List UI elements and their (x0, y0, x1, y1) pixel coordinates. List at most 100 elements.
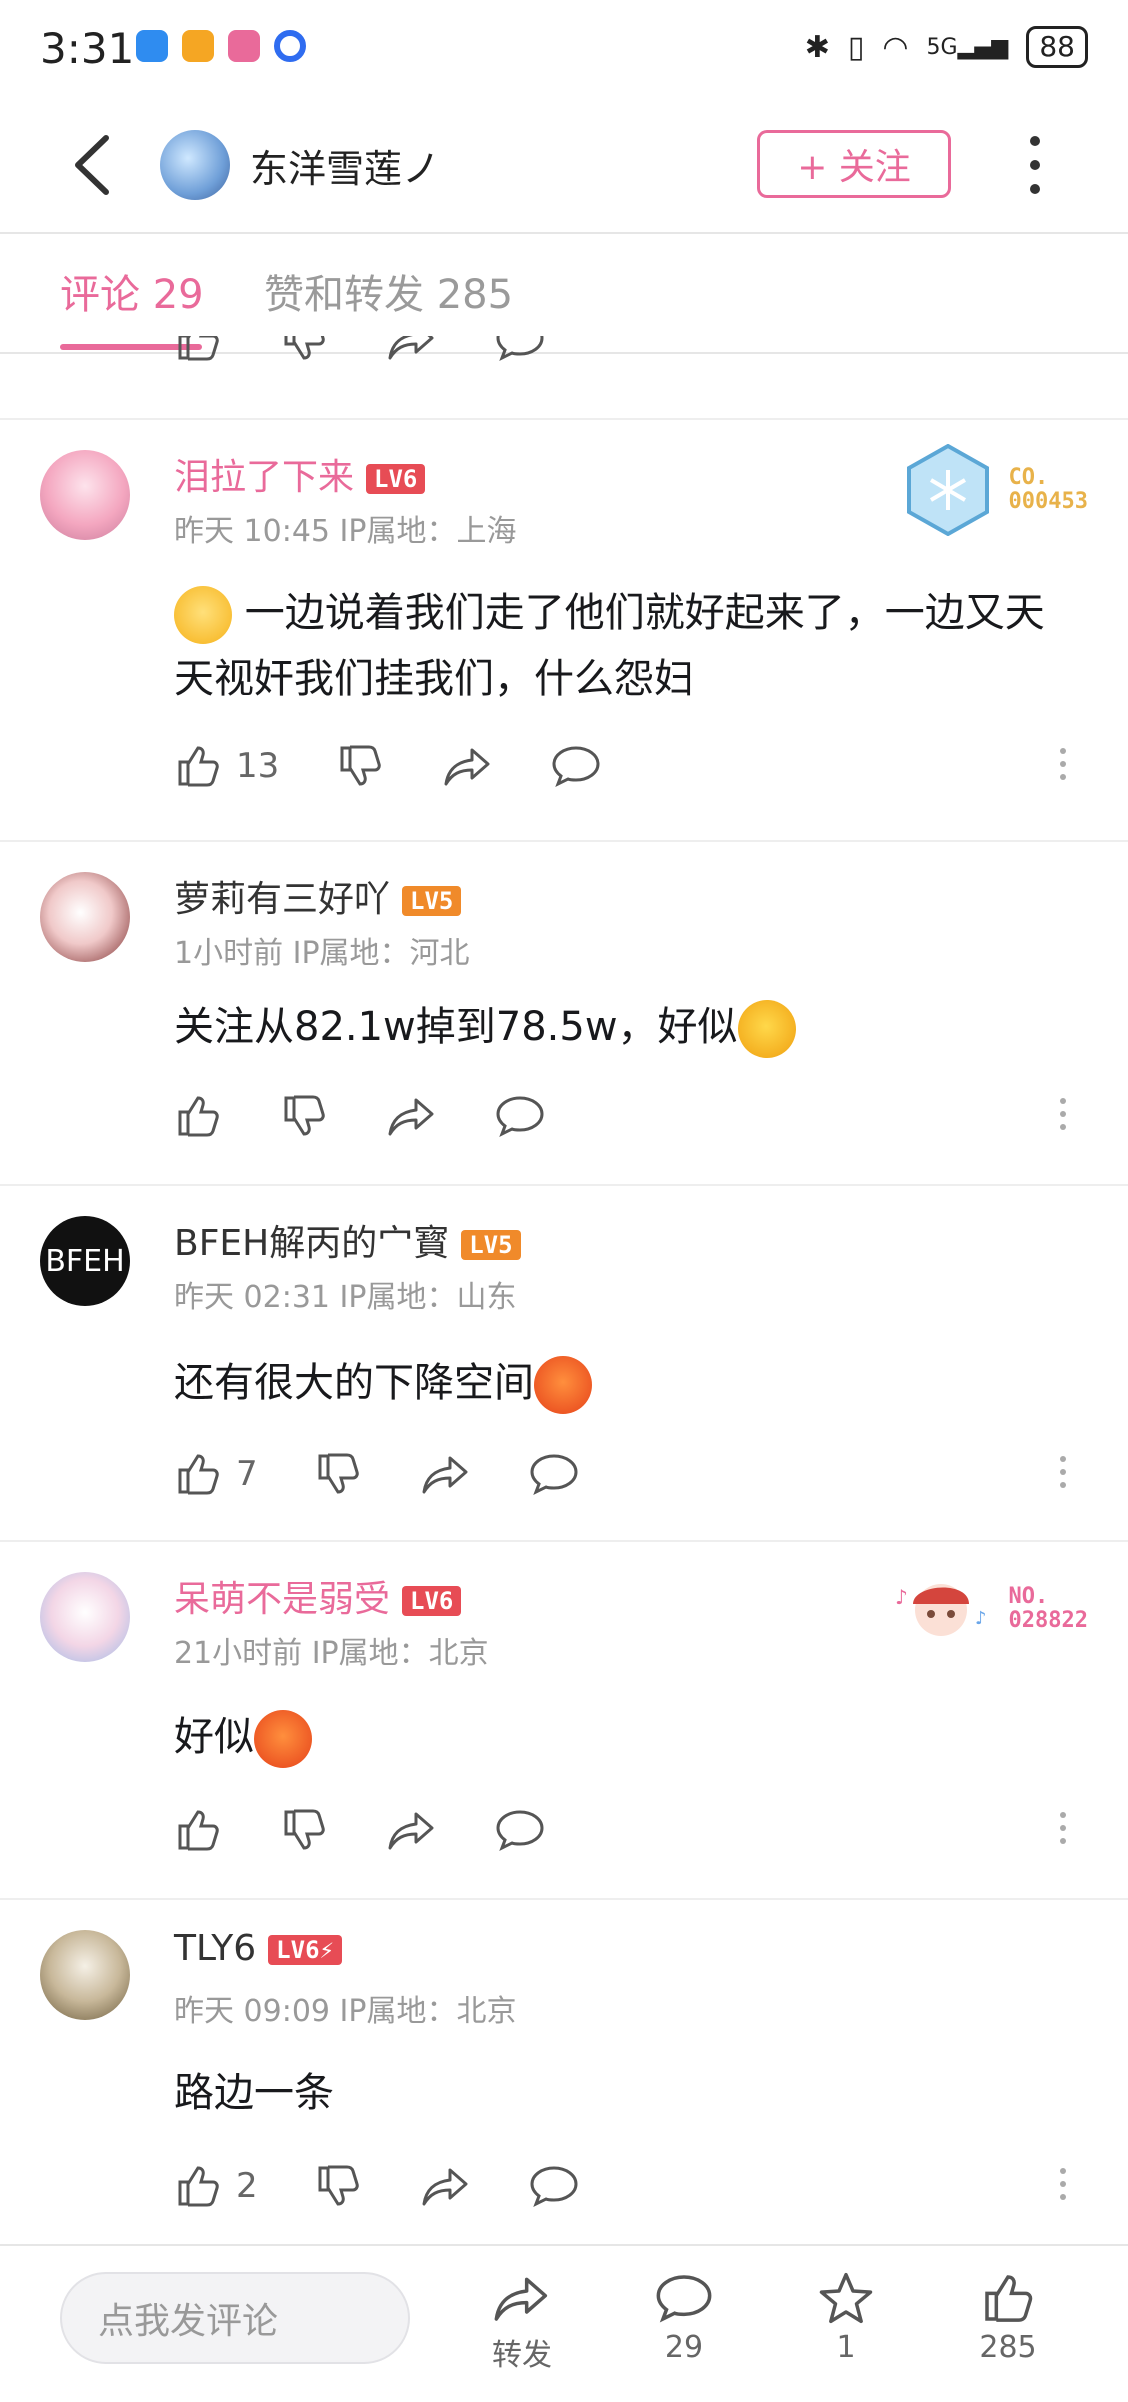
share-icon (494, 2277, 548, 2321)
status-right: ✱ ▯ ◠ 5G▂▄▆ 88 (805, 26, 1088, 68)
thumb-up-icon (178, 336, 219, 361)
like-post-button[interactable]: 285 (948, 2270, 1068, 2365)
comment-more-button[interactable] (1060, 2168, 1066, 2200)
comment-icon (552, 746, 600, 788)
comment-actions: 7 (0, 1450, 1128, 1510)
commenter-name[interactable]: 呆萌不是弱受 LV6 (174, 1570, 462, 1622)
bilibili-app-icon (228, 30, 260, 62)
share-button[interactable] (386, 336, 438, 364)
comment-meta: 昨天 10:45 IP属地：上海 (174, 514, 517, 549)
share-button[interactable] (420, 1450, 472, 1498)
like-button[interactable] (174, 1806, 222, 1854)
share-button[interactable] (442, 742, 494, 790)
dislike-button[interactable] (314, 1450, 362, 1498)
thumb-up-icon (178, 1810, 219, 1851)
commenter-avatar[interactable] (40, 872, 130, 962)
comment-meta: 昨天 02:31 IP属地：山东 (174, 1280, 517, 1315)
commenter-name[interactable]: TLY6 LV6⚡ (174, 1928, 342, 1969)
fan-number: CO. 000453 (1008, 465, 1088, 514)
comment-more-button[interactable] (1060, 1098, 1066, 1130)
comment-item: 萝莉有三好吖 LV5 1小时前 IP属地：河北 关注从82.1w掉到78.5w，好… (0, 842, 1128, 1182)
share-button[interactable] (420, 2162, 472, 2210)
level-badge: LV5 (461, 1230, 521, 1260)
dislike-button[interactable] (280, 1806, 328, 1854)
dislike-button[interactable] (280, 1092, 328, 1140)
thumb-up-icon (178, 2166, 219, 2207)
like-button[interactable] (174, 1092, 222, 1140)
repost-button[interactable]: 转发 (462, 2270, 582, 2374)
prev-action-row (0, 336, 1128, 376)
like-button[interactable] (174, 336, 222, 364)
like-count: 2 (236, 2166, 258, 2206)
commenter-avatar[interactable] (40, 450, 130, 540)
dislike-button[interactable] (280, 336, 328, 364)
author-avatar[interactable] (160, 130, 230, 200)
bluetooth-icon: ✱ (804, 29, 830, 65)
comment-icon (530, 1454, 578, 1496)
comment-more-button[interactable] (1060, 1812, 1066, 1844)
dislike-button[interactable] (336, 742, 384, 790)
comment-item: 泪拉了下来 LV6 CO. 000453 昨天 10:45 IP属地：上海 一边说着… (0, 420, 1128, 840)
share-button[interactable] (386, 1092, 438, 1140)
commenter-name[interactable]: BFEH解丙的宀寳 LV5 (174, 1214, 521, 1266)
status-time: 3:31 (40, 24, 135, 73)
comment-icon (496, 336, 544, 362)
share-icon (444, 748, 490, 786)
thumb-down-icon (284, 1095, 325, 1136)
commenter-name[interactable]: 萝莉有三好吖 LV5 (174, 870, 462, 922)
notification-icons (136, 30, 306, 62)
thumb-up-icon (178, 1454, 219, 1495)
comment-input[interactable]: 点我发评论 (60, 2272, 410, 2364)
reply-button[interactable] (494, 1806, 546, 1854)
comment-more-button[interactable] (1060, 1456, 1066, 1488)
comments-button[interactable]: 29 (624, 2270, 744, 2365)
commenter-avatar[interactable] (40, 1930, 130, 2020)
reply-button[interactable] (494, 1092, 546, 1140)
snowflake-medal-icon (906, 444, 989, 536)
commenter-name[interactable]: 泪拉了下来 LV6 (174, 448, 426, 500)
comment-text: 路边一条 (174, 2070, 334, 2116)
likes-count: 285 (979, 2330, 1037, 2365)
dislike-button[interactable] (314, 2162, 362, 2210)
share-icon (388, 336, 434, 360)
more-dot-icon (1030, 136, 1040, 146)
more-dot-icon (1030, 184, 1040, 194)
reply-button[interactable] (494, 336, 546, 364)
tab-likes-reposts[interactable]: 赞和转发 285 (264, 262, 513, 320)
author-name[interactable]: 东洋雪莲ノ (250, 138, 440, 193)
thumb-down-icon (284, 1809, 325, 1850)
comment-meta: 1小时前 IP属地：河北 (174, 936, 470, 971)
favorite-button[interactable]: 1 (786, 2270, 906, 2365)
commenter-avatar[interactable] (40, 1572, 130, 1662)
thumb-down-icon (318, 2165, 359, 2206)
like-count: 13 (236, 746, 280, 786)
tab-comments[interactable]: 评论 29 (60, 262, 204, 320)
anime-girl-medal-icon: ♪♪ (895, 1584, 986, 1636)
comment-more-button[interactable] (1060, 748, 1066, 780)
comments-count: 29 (664, 2330, 704, 2365)
fan-badge: ♪ ♪ NO. 028822 (891, 1564, 1088, 1654)
signal-icon: 5G▂▄▆ (926, 34, 1009, 60)
comment-actions (0, 1092, 1128, 1152)
more-options-button[interactable] (1020, 130, 1050, 200)
bottom-bar: 点我发评论 转发 29 1 285 (0, 2244, 1128, 2402)
comment-meta: 21小时前 IP属地：北京 (174, 1636, 489, 1671)
reply-button[interactable] (528, 2162, 580, 2210)
status-bar: 3:31 ✱ ▯ ◠ 5G▂▄▆ 88 (0, 0, 1128, 100)
like-button[interactable]: 2 (174, 2162, 258, 2210)
thumb-up-icon (178, 1096, 219, 1137)
reply-button[interactable] (550, 742, 602, 790)
reply-button[interactable] (528, 1450, 580, 1498)
favorites-count: 1 (836, 2330, 856, 2365)
comment-text: 关注从82.1w掉到78.5w，好似 (174, 991, 1074, 1067)
like-button[interactable]: 7 (174, 1450, 258, 1498)
fan-number: NO. 028822 (1008, 1584, 1088, 1633)
level-badge: LV6⚡ (268, 1935, 342, 1965)
thumb-up-icon (178, 746, 219, 787)
commenter-avatar[interactable]: BFEH (40, 1216, 130, 1306)
like-button[interactable]: 13 (174, 742, 279, 790)
share-button[interactable] (386, 1806, 438, 1854)
comment-item: TLY6 LV6⚡ 昨天 09:09 IP属地：北京 路边一条 2 (0, 1900, 1128, 2240)
follow-button[interactable]: + 关注 (757, 130, 951, 198)
back-button[interactable] (64, 130, 124, 200)
